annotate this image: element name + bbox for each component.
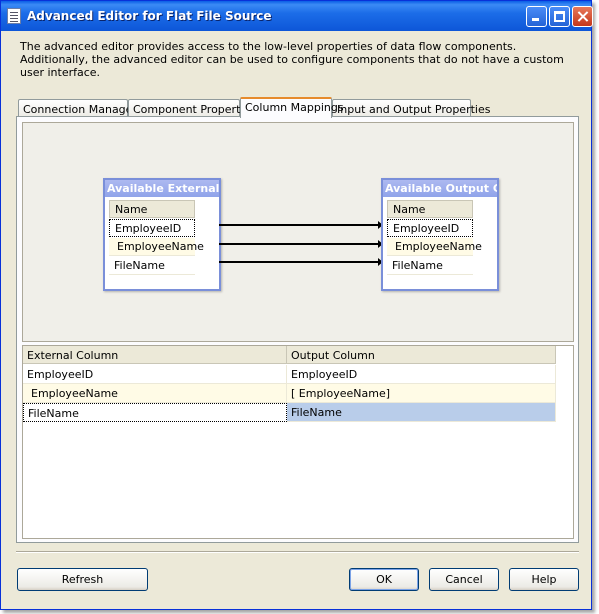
divider xyxy=(16,551,579,553)
help-button[interactable]: Help xyxy=(509,568,579,591)
external-column-item[interactable]: EmployeeID xyxy=(109,219,195,237)
title-bar[interactable]: Advanced Editor for Flat File Source xyxy=(1,1,593,31)
mapping-canvas[interactable]: Available External ... Name EmployeeID E… xyxy=(22,122,574,342)
external-column-header[interactable]: External Column xyxy=(23,346,287,364)
window-title: Advanced Editor for Flat File Source xyxy=(27,9,272,23)
output-box-title: Available Output C... xyxy=(383,180,497,197)
external-box-header: Name xyxy=(109,200,195,218)
cancel-button[interactable]: Cancel xyxy=(429,568,499,591)
output-box-header: Name xyxy=(387,200,473,218)
output-column-item[interactable]: FileName xyxy=(387,257,473,275)
document-icon xyxy=(7,8,21,24)
available-output-columns-box[interactable]: Available Output C... Name EmployeeID Em… xyxy=(381,178,499,291)
grid-header: External Column Output Column xyxy=(23,346,556,364)
tab-component-properties[interactable]: Component Properties xyxy=(128,99,256,117)
output-column-header[interactable]: Output Column xyxy=(287,346,556,364)
advanced-editor-window: Advanced Editor for Flat File Source The… xyxy=(0,0,593,610)
table-row[interactable]: EmployeeName [ EmployeeName] xyxy=(23,384,556,403)
mapping-grid: External Column Output Column EmployeeID… xyxy=(22,345,574,539)
tab-input-output-properties[interactable]: Input and Output Properties xyxy=(332,99,490,117)
refresh-button[interactable]: Refresh xyxy=(17,568,148,591)
mapping-line[interactable] xyxy=(219,221,383,229)
tab-connection-managers[interactable]: Connection Managers xyxy=(18,99,143,117)
output-column-item[interactable]: EmployeeName xyxy=(387,238,482,256)
external-column-item[interactable]: EmployeeName xyxy=(109,238,204,256)
external-column-cell[interactable]: EmployeeID xyxy=(23,365,287,384)
output-column-cell[interactable]: EmployeeID xyxy=(287,365,556,384)
table-row[interactable]: EmployeeID EmployeeID xyxy=(23,365,556,384)
close-button[interactable] xyxy=(572,6,593,27)
maximize-button[interactable] xyxy=(549,6,570,27)
external-column-item[interactable]: FileName xyxy=(109,257,195,275)
mapping-line[interactable] xyxy=(219,258,383,266)
external-column-cell[interactable]: EmployeeName xyxy=(23,384,287,403)
output-column-item[interactable]: EmployeeID xyxy=(387,219,473,237)
table-row[interactable]: FileName FileName xyxy=(23,403,556,422)
available-external-columns-box[interactable]: Available External ... Name EmployeeID E… xyxy=(103,178,221,291)
column-mappings-panel: Available External ... Name EmployeeID E… xyxy=(16,116,579,543)
mapping-line[interactable] xyxy=(219,240,383,248)
description-text: The advanced editor provides access to t… xyxy=(20,40,564,79)
tab-column-mappings[interactable]: Column Mappings xyxy=(240,97,344,118)
output-column-cell[interactable]: [ EmployeeName] xyxy=(287,384,556,403)
external-column-cell[interactable]: FileName xyxy=(23,403,287,422)
minimize-button[interactable] xyxy=(526,6,547,27)
ok-button[interactable]: OK xyxy=(349,568,419,591)
output-column-cell[interactable]: FileName xyxy=(287,403,556,422)
external-box-title: Available External ... xyxy=(105,180,219,197)
